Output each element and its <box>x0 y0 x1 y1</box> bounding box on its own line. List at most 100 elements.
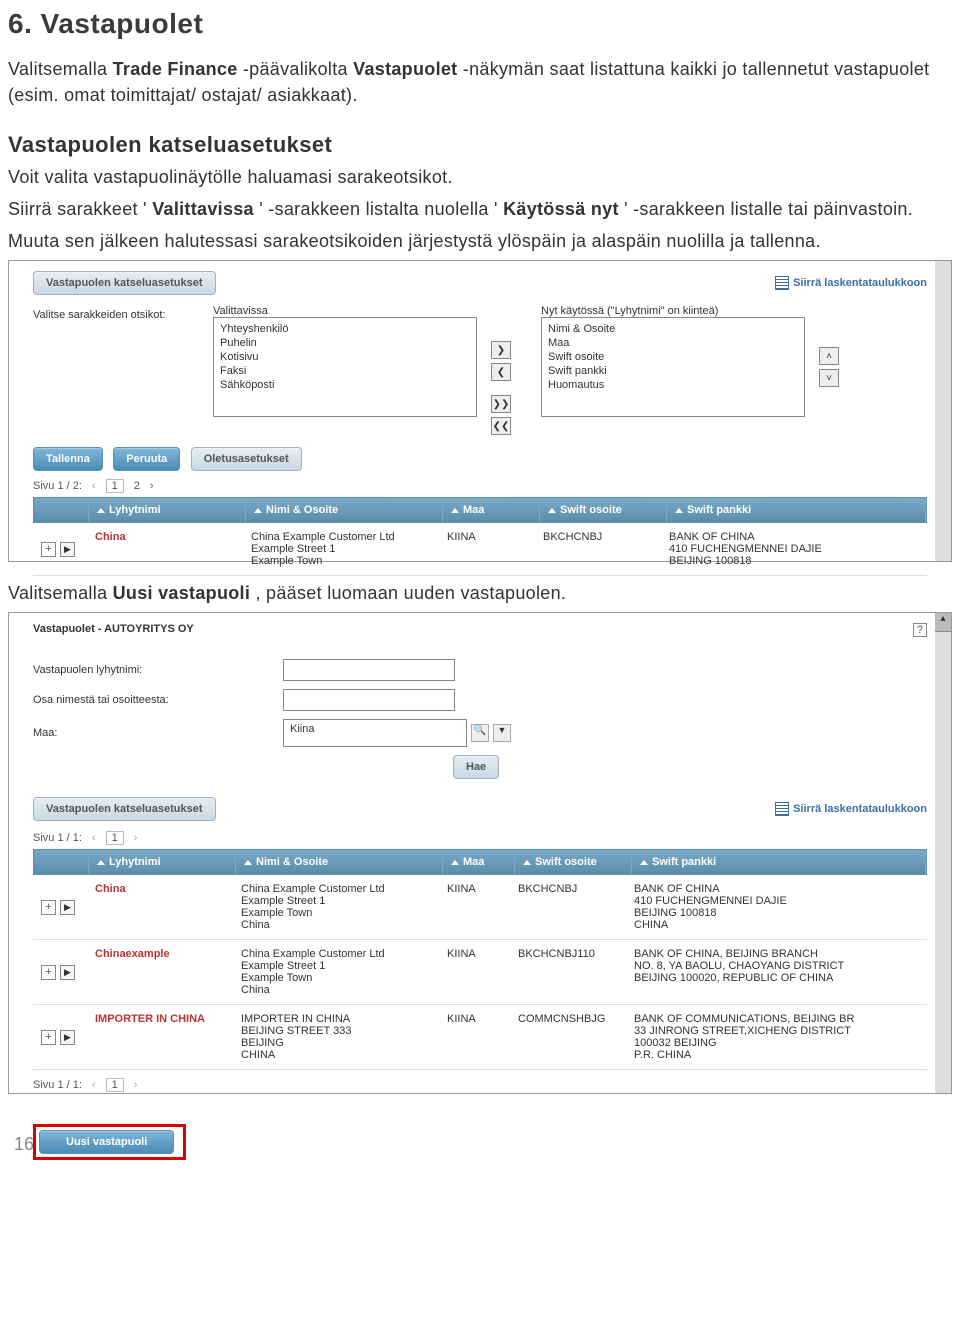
view-settings-button[interactable]: Vastapuolen katseluasetukset <box>33 271 216 295</box>
cell-country: KIINA <box>439 948 510 996</box>
shortname-link[interactable]: IMPORTER IN CHINA <box>87 1013 233 1061</box>
pager: Sivu 1 / 1: ‹ 1 › <box>33 831 927 845</box>
go-icon[interactable]: ▶ <box>60 542 75 557</box>
list-item[interactable]: Huomautus <box>548 378 798 392</box>
expand-icon[interactable]: + <box>41 542 56 557</box>
move-left-button[interactable]: ❮ <box>491 363 511 381</box>
shortname-input[interactable] <box>283 659 455 681</box>
page-number[interactable]: 1 <box>106 479 124 493</box>
sort-icon[interactable] <box>451 508 459 513</box>
defaults-button[interactable]: Oletusasetukset <box>191 447 302 471</box>
move-all-right-button[interactable]: ❯❯ <box>491 395 511 413</box>
column-header[interactable]: Nimi & Osoite <box>256 856 328 868</box>
expand-icon[interactable]: + <box>41 965 56 980</box>
go-icon[interactable]: ▶ <box>60 965 75 980</box>
column-header[interactable]: Swift pankki <box>652 856 716 868</box>
column-header[interactable]: Lyhytnimi <box>109 856 161 868</box>
cell-name: IMPORTER IN CHINA BEIJING STREET 333 BEI… <box>233 1013 439 1061</box>
column-header[interactable]: Swift osoite <box>560 504 622 516</box>
page-number[interactable]: 1 <box>106 1078 124 1092</box>
list-item[interactable]: Sähköposti <box>220 378 470 392</box>
pager-label: Sivu 1 / 2: <box>33 480 82 492</box>
dropdown-icon[interactable]: ▼ <box>493 724 511 742</box>
help-icon[interactable]: ? <box>913 623 927 637</box>
cancel-button[interactable]: Peruuta <box>113 447 180 471</box>
subheading: Vastapuolen katseluasetukset <box>8 132 952 158</box>
list-item[interactable]: Maa <box>548 336 798 350</box>
save-button[interactable]: Tallenna <box>33 447 103 471</box>
paragraph: Siirrä sarakkeet ' Valittavissa ' -sarak… <box>8 196 952 222</box>
page-number[interactable]: 1 <box>106 831 124 845</box>
shortname-link[interactable]: Chinaexample <box>87 948 233 996</box>
expand-icon[interactable]: + <box>41 900 56 915</box>
search-button[interactable]: Hae <box>453 755 499 779</box>
in-use-listbox[interactable]: Nimi & Osoite Maa Swift osoite Swift pan… <box>541 317 805 417</box>
move-all-left-button[interactable]: ❮❮ <box>491 417 511 435</box>
available-listbox[interactable]: Yhteyshenkilö Puhelin Kotisivu Faksi Säh… <box>213 317 477 417</box>
text: ' -sarakkeen listalle tai päinvastoin. <box>624 199 913 219</box>
list-item[interactable]: Yhteyshenkilö <box>220 322 470 336</box>
sort-icon[interactable] <box>523 860 531 865</box>
text: Valitsemalla <box>8 59 113 79</box>
sort-icon[interactable] <box>451 860 459 865</box>
text: Valitsemalla <box>8 583 113 603</box>
list-item[interactable]: Puhelin <box>220 336 470 350</box>
cell-swift: COMMCNSHBJG <box>510 1013 626 1061</box>
in-use-label: Nyt käytössä ("Lyhytnimi" on kiinteä) <box>541 305 839 317</box>
spreadsheet-icon <box>775 802 789 816</box>
export-spreadsheet-link[interactable]: Siirrä laskentataulukkoon <box>775 276 927 290</box>
cell-swift: BKCHCNBJ <box>510 883 626 931</box>
move-right-button[interactable]: ❯ <box>491 341 511 359</box>
column-header[interactable]: Swift pankki <box>687 504 751 516</box>
pager: Sivu 1 / 2: ‹ 1 2 › <box>33 479 927 493</box>
page-number[interactable]: 2 <box>134 480 140 492</box>
table-header: Lyhytnimi Nimi & Osoite Maa Swift osoite… <box>33 849 927 875</box>
column-header[interactable]: Lyhytnimi <box>109 504 161 516</box>
cell-name: China Example Customer Ltd Example Stree… <box>233 883 439 931</box>
sort-icon[interactable] <box>97 508 105 513</box>
sort-icon[interactable] <box>640 860 648 865</box>
sort-icon[interactable] <box>97 860 105 865</box>
column-header[interactable]: Maa <box>463 504 484 516</box>
table-header: Lyhytnimi Nimi & Osoite Maa Swift osoite… <box>33 497 927 523</box>
cell-swift: BKCHCNBJ <box>535 531 661 567</box>
paragraph: Voit valita vastapuolinäytölle haluamasi… <box>8 164 952 190</box>
column-header[interactable]: Nimi & Osoite <box>266 504 338 516</box>
pager-bottom: Sivu 1 / 1: ‹ 1 › <box>33 1078 927 1092</box>
text: Siirrä sarakkeet ' <box>8 199 147 219</box>
bold-text: Uusi vastapuoli <box>113 583 251 603</box>
column-header[interactable]: Maa <box>463 856 484 868</box>
new-counterparty-button[interactable]: Uusi vastapuoli <box>39 1130 174 1154</box>
cell-name: China Example Customer Ltd Example Stree… <box>243 531 439 567</box>
shortname-link[interactable]: China <box>87 531 243 567</box>
sort-icon[interactable] <box>548 508 556 513</box>
sort-icon[interactable] <box>675 508 683 513</box>
list-item[interactable]: Swift osoite <box>548 350 798 364</box>
country-input[interactable]: Kiina <box>283 719 467 747</box>
field-label: Vastapuolen lyhytnimi: <box>33 664 283 676</box>
move-down-button[interactable]: ˅ <box>819 369 839 387</box>
go-icon[interactable]: ▶ <box>60 1030 75 1045</box>
cell-country: KIINA <box>439 531 535 567</box>
list-item[interactable]: Kotisivu <box>220 350 470 364</box>
screenshot-counterparty-list: ▴ Vastapuolet - AUTOYRITYS OY ? Vastapuo… <box>8 612 952 1094</box>
search-icon[interactable]: 🔍 <box>471 724 489 742</box>
list-item[interactable]: Swift pankki <box>548 364 798 378</box>
view-settings-button[interactable]: Vastapuolen katseluasetukset <box>33 797 216 821</box>
table-row: + ▶ IMPORTER IN CHINAIMPORTER IN CHINA BEI… <box>33 1005 927 1070</box>
field-label: Osa nimestä tai osoitteesta: <box>33 694 283 706</box>
expand-icon[interactable]: + <box>41 1030 56 1045</box>
move-up-button[interactable]: ˄ <box>819 347 839 365</box>
sort-icon[interactable] <box>254 508 262 513</box>
column-header[interactable]: Swift osoite <box>535 856 597 868</box>
list-item[interactable]: Nimi & Osoite <box>548 322 798 336</box>
scroll-up-icon[interactable]: ▴ <box>935 613 951 632</box>
name-part-input[interactable] <box>283 689 455 711</box>
go-icon[interactable]: ▶ <box>60 900 75 915</box>
cell-country: KIINA <box>439 883 510 931</box>
export-spreadsheet-link[interactable]: Siirrä laskentataulukkoon <box>775 802 927 816</box>
sort-icon[interactable] <box>244 860 252 865</box>
table-row: +▶ChinaexampleChina Example Customer Ltd… <box>33 940 927 1005</box>
shortname-link[interactable]: China <box>87 883 233 931</box>
list-item[interactable]: Faksi <box>220 364 470 378</box>
